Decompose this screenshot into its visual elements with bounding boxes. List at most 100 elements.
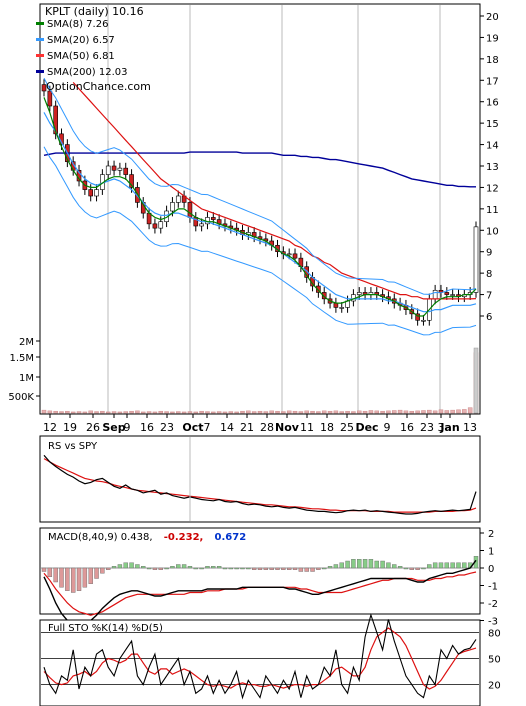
x-tick-label: 11 (300, 421, 314, 434)
macd-hist-bar (438, 562, 444, 569)
x-tick-label: 19 (63, 421, 77, 434)
macd-value-2: 0.672 (215, 532, 247, 543)
candle-down (210, 217, 216, 220)
volume-bar (432, 410, 438, 414)
macd-hist-bar (76, 567, 82, 591)
macd-hist-bar (65, 567, 70, 591)
volume-bar (187, 411, 193, 414)
macd-hist-bar (380, 560, 385, 569)
y-tick-label: 20 (486, 12, 499, 23)
macd-hist-bar (345, 560, 350, 569)
volume-bar (41, 409, 47, 414)
macd-hist-bar (450, 562, 455, 569)
volume-bar (304, 410, 309, 414)
y-tick-label: 14 (486, 141, 499, 152)
macd-hist-bar (187, 566, 193, 569)
rs-panel (39, 435, 481, 523)
legend-label: SMA(50) 6.81 (47, 51, 115, 62)
volume-bar (421, 410, 426, 414)
y-tick-label: 8 (486, 269, 492, 280)
macd-hist-bar (129, 562, 134, 569)
chart-svg: 20191817161514131211109876 2M1.5M1M500K … (8, 3, 501, 706)
volume-bar (94, 411, 99, 414)
volume-bar (135, 410, 140, 414)
macd-hist-bar (456, 562, 461, 569)
x-tick-label: 13 (463, 421, 477, 434)
y-tick-label: 11 (486, 205, 499, 216)
macd-hist-bar (432, 562, 438, 569)
x-tick-label: 12 (43, 421, 57, 434)
sto-title: Full STO %K(14) %D(5) (48, 623, 163, 634)
volume-bar (356, 410, 362, 414)
volume-bar-last (473, 347, 479, 414)
volume-bar (286, 410, 292, 414)
macd-hist-bar (298, 567, 304, 572)
volume-bar (321, 410, 327, 414)
volume-bar (222, 411, 228, 414)
volume-bar (158, 410, 164, 414)
volume-bar (111, 411, 117, 414)
candle-down (187, 202, 193, 218)
macd-hist-bar (88, 567, 93, 584)
x-tick-label: 16 (140, 421, 154, 434)
macd-hist-bar (397, 566, 403, 569)
x-tick-label: 14 (220, 421, 234, 434)
candle-up (94, 189, 99, 197)
chart-root: 20 19 18 17 16 15 14 13 12 11 10 9 8 7 6 2M 1.5M 1M 500K … (0, 0, 526, 706)
sto-y-ticks: 80 50 20 (488, 628, 501, 691)
volume-bar (193, 411, 199, 414)
macd-hist-bar (100, 567, 105, 574)
volume-bar (403, 410, 409, 414)
legend-swatch (36, 38, 44, 41)
x-tick-label: Dec (355, 421, 378, 434)
volume-bar (123, 411, 128, 414)
candle-down (333, 302, 339, 308)
candle-up (473, 226, 479, 293)
macd-hist-bar (170, 566, 175, 569)
macd-hist-bar (392, 564, 397, 569)
volume-tick-label: 1.5M (9, 353, 34, 364)
volume-bar (397, 409, 403, 414)
candle-up (175, 195, 181, 203)
volume-bar (100, 410, 105, 414)
volume-bar (327, 410, 333, 414)
volume-bar (467, 407, 473, 414)
sto-tick-label: 50 (488, 655, 501, 666)
macd-hist-bar (240, 567, 245, 570)
price-y-ticks: 20 19 18 17 16 15 14 13 12 11 10 9 8 7 6 (480, 12, 499, 323)
volume-bar (275, 410, 280, 414)
candle-up (117, 167, 123, 171)
volume-bar (362, 410, 368, 414)
macd-hist-bar (292, 567, 298, 570)
candle-down (111, 165, 117, 171)
macd-hist-bar (158, 567, 163, 570)
candle-up (199, 223, 204, 227)
sto-tick-label: 80 (488, 628, 501, 639)
volume-bar (462, 409, 467, 414)
x-tick-label: 26 (86, 421, 100, 434)
legend-label: SMA(200) 12.03 (47, 67, 128, 78)
macd-hist-bar (164, 567, 169, 570)
x-tick-label: Sep (102, 421, 125, 434)
macd-hist-bar (141, 566, 146, 569)
volume-bar (47, 410, 53, 414)
volume-bar (129, 410, 134, 414)
volume-bar (427, 409, 432, 414)
volume-bar (234, 411, 239, 414)
macd-hist-bar (94, 567, 99, 579)
macd-hist-bar (310, 567, 315, 572)
macd-hist-bar (123, 562, 128, 569)
macd-title-group: MACD(8,40,9) 0.438, -0.232, 0.672 (48, 532, 246, 543)
y-tick-label: 18 (486, 55, 499, 66)
candle-down (47, 90, 53, 107)
macd-hist-bar (82, 567, 88, 588)
volume-bar (59, 411, 64, 414)
candle-up (339, 307, 345, 309)
volume-bar (263, 411, 269, 414)
legend-swatch (36, 22, 44, 25)
y-tick-label: 16 (486, 98, 499, 109)
candle-down (292, 253, 298, 259)
y-tick-label: 7 (486, 291, 492, 302)
x-tick-label: 25 (340, 421, 354, 434)
macd-hist-bar (41, 567, 47, 572)
